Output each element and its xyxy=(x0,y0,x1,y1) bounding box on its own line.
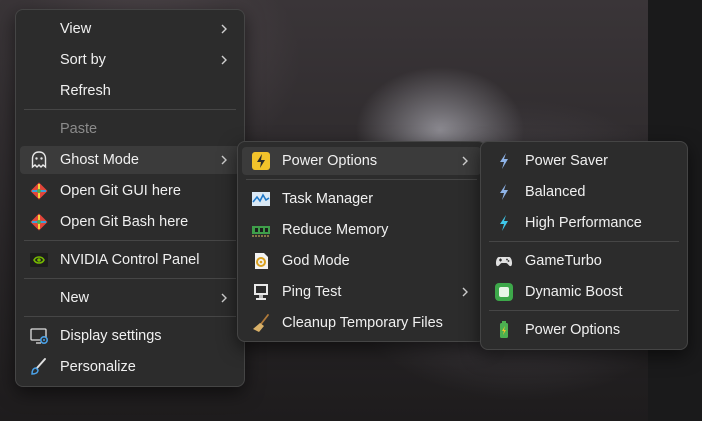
menu-item-personalize[interactable]: Personalize xyxy=(20,353,240,381)
menu-item-label: Cleanup Temporary Files xyxy=(282,315,443,331)
menu-separator xyxy=(489,310,679,311)
ghost-icon xyxy=(29,150,49,170)
nvidia-icon xyxy=(29,250,49,270)
menu-item-label: Power Saver xyxy=(525,153,609,169)
menu-item-nvidia-control-panel[interactable]: NVIDIA Control Panel xyxy=(20,246,240,274)
ghost-mode-submenu: Power Options Task Manager Reduce Memory… xyxy=(237,141,486,342)
chevron-right-icon xyxy=(221,24,227,34)
power-options-submenu: Power Saver Balanced High Performance Ga… xyxy=(480,141,688,350)
menu-item-label: Reduce Memory xyxy=(282,222,389,238)
display-settings-icon xyxy=(29,326,49,346)
menu-item-cleanup-temp-files[interactable]: Cleanup Temporary Files xyxy=(242,309,481,337)
menu-item-label: Power Options xyxy=(525,322,621,338)
menu-item-power-options-panel[interactable]: Power Options xyxy=(485,316,683,344)
menu-item-ping-test[interactable]: Ping Test xyxy=(242,278,481,306)
menu-item-label: Sort by xyxy=(60,52,106,68)
menu-item-balanced[interactable]: Balanced xyxy=(485,178,683,206)
chevron-right-icon xyxy=(462,156,468,166)
menu-item-power-options[interactable]: Power Options xyxy=(242,147,481,175)
menu-item-dynamic-boost[interactable]: Dynamic Boost xyxy=(485,278,683,306)
paintbrush-icon xyxy=(29,357,49,377)
menu-item-label: GameTurbo xyxy=(525,253,602,269)
menu-item-label: Open Git GUI here xyxy=(60,183,181,199)
menu-separator xyxy=(24,316,236,317)
menu-item-label: God Mode xyxy=(282,253,350,269)
menu-item-label: New xyxy=(60,290,90,306)
menu-item-open-git-bash[interactable]: Open Git Bash here xyxy=(20,208,240,236)
task-manager-icon xyxy=(251,189,271,209)
battery-icon xyxy=(494,320,514,340)
menu-item-sort-by[interactable]: Sort by xyxy=(20,46,240,74)
desktop-context-menu: View Sort by Refresh Paste Ghost Mode Op… xyxy=(15,9,245,387)
menu-item-display-settings[interactable]: Display settings xyxy=(20,322,240,350)
gamepad-icon xyxy=(494,251,514,271)
memory-chip-icon xyxy=(251,220,271,240)
menu-item-label: Personalize xyxy=(60,359,136,375)
chevron-right-icon xyxy=(221,293,227,303)
menu-item-label: NVIDIA Control Panel xyxy=(60,252,200,268)
menu-item-reduce-memory[interactable]: Reduce Memory xyxy=(242,216,481,244)
menu-item-label: Power Options xyxy=(282,153,378,169)
menu-item-label: Open Git Bash here xyxy=(60,214,189,230)
menu-item-task-manager[interactable]: Task Manager xyxy=(242,185,481,213)
chevron-right-icon xyxy=(221,55,227,65)
computer-icon xyxy=(251,282,271,302)
bolt-icon xyxy=(494,213,514,233)
menu-item-label: View xyxy=(60,21,92,37)
menu-separator xyxy=(246,179,477,180)
menu-separator xyxy=(24,240,236,241)
menu-item-gameturbo[interactable]: GameTurbo xyxy=(485,247,683,275)
menu-item-refresh[interactable]: Refresh xyxy=(20,77,240,105)
menu-item-new[interactable]: New xyxy=(20,284,240,312)
boost-icon xyxy=(494,282,514,302)
menu-item-power-saver[interactable]: Power Saver xyxy=(485,147,683,175)
git-icon xyxy=(29,212,49,232)
menu-item-label: Refresh xyxy=(60,83,111,99)
lightning-tile-icon xyxy=(251,151,271,171)
menu-item-label: Dynamic Boost xyxy=(525,284,623,300)
bolt-icon xyxy=(494,151,514,171)
broom-icon xyxy=(251,313,271,333)
menu-item-label: Task Manager xyxy=(282,191,374,207)
god-mode-icon xyxy=(251,251,271,271)
menu-item-open-git-gui[interactable]: Open Git GUI here xyxy=(20,177,240,205)
menu-item-ghost-mode[interactable]: Ghost Mode xyxy=(20,146,240,174)
menu-item-label: Balanced xyxy=(525,184,586,200)
menu-item-paste: Paste xyxy=(20,115,240,143)
menu-separator xyxy=(489,241,679,242)
menu-item-god-mode[interactable]: God Mode xyxy=(242,247,481,275)
menu-item-label: Ping Test xyxy=(282,284,342,300)
menu-item-label: Ghost Mode xyxy=(60,152,139,168)
menu-item-label: Paste xyxy=(60,121,98,137)
menu-item-label: Display settings xyxy=(60,328,162,344)
git-icon xyxy=(29,181,49,201)
menu-separator xyxy=(24,109,236,110)
menu-item-label: High Performance xyxy=(525,215,642,231)
menu-item-view[interactable]: View xyxy=(20,15,240,43)
bolt-icon xyxy=(494,182,514,202)
menu-item-high-performance[interactable]: High Performance xyxy=(485,209,683,237)
menu-separator xyxy=(24,278,236,279)
chevron-right-icon xyxy=(221,155,227,165)
chevron-right-icon xyxy=(462,287,468,297)
